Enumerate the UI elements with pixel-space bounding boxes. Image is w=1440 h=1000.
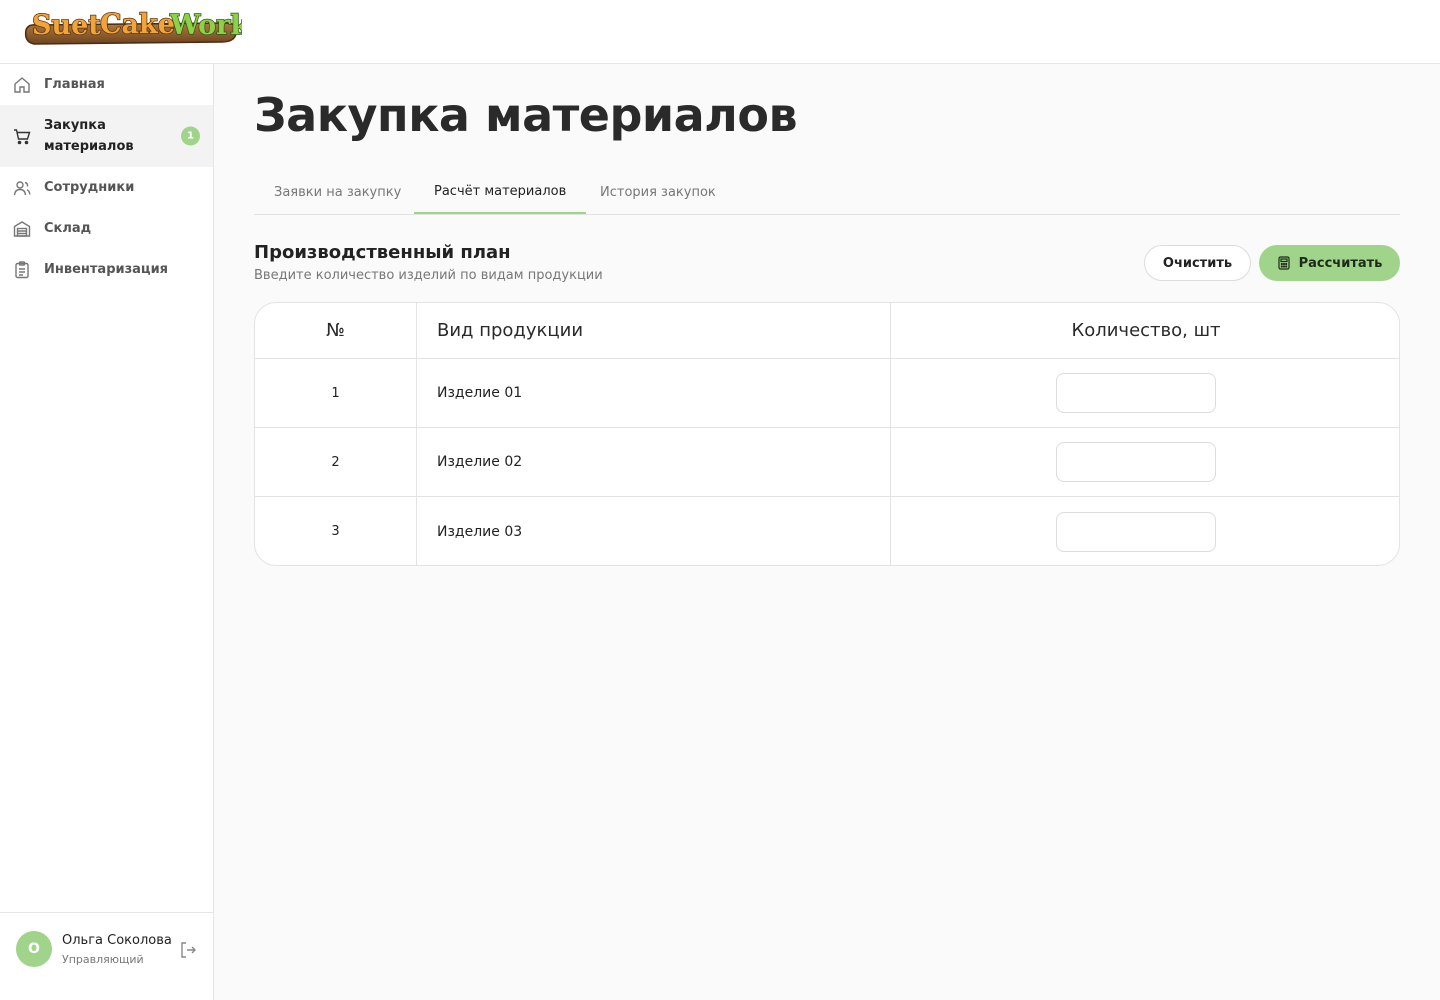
production-plan-table: № Вид продукции Количество, шт 1 Изделие… — [254, 302, 1400, 566]
calculate-button[interactable]: Рассчитать — [1259, 245, 1400, 281]
user-profile: О Ольга Соколова Управляющий — [0, 912, 213, 1000]
sidebar-item-label: Склад — [44, 221, 92, 236]
sidebar-item-label: Закупка материалов — [44, 118, 134, 154]
svg-text:Suet: Suet — [32, 10, 101, 41]
tab-purchase-requests[interactable]: Заявки на закупку — [254, 170, 421, 214]
notification-badge: 1 — [181, 126, 200, 146]
avatar[interactable]: О — [16, 931, 52, 967]
sidebar-item-inventory[interactable]: Инвентаризация — [0, 249, 213, 290]
quantity-input[interactable] — [1056, 442, 1216, 482]
clipboard-icon — [12, 260, 32, 280]
row-number: 1 — [255, 359, 417, 427]
sidebar-item-employees[interactable]: Сотрудники — [0, 167, 213, 208]
sidebar-item-label: Инвентаризация — [44, 262, 169, 277]
tab-purchase-history[interactable]: История закупок — [580, 170, 736, 214]
home-icon — [12, 75, 32, 95]
table-header-row: № Вид продукции Количество, шт — [255, 303, 1399, 359]
quantity-input[interactable] — [1056, 373, 1216, 413]
clear-button-label: Очистить — [1162, 255, 1233, 271]
table-row: 2 Изделие 02 — [255, 428, 1399, 497]
column-header-quantity: Количество, шт — [1071, 320, 1221, 341]
quantity-cell — [891, 359, 1399, 427]
row-number: 3 — [255, 497, 417, 565]
brand-logo[interactable]: Suet Cake Work — [22, 2, 242, 48]
sidebar-item-warehouse[interactable]: Склад — [0, 208, 213, 249]
sidebar-item-label: Главная — [44, 77, 105, 92]
warehouse-icon — [12, 219, 32, 239]
sidebar-item-home[interactable]: Главная — [0, 64, 213, 105]
product-name: Изделие 02 — [417, 428, 891, 496]
users-icon — [12, 178, 32, 198]
product-name: Изделие 01 — [417, 359, 891, 427]
sidebar-item-purchasing[interactable]: Закупка материалов 1 — [0, 105, 213, 167]
page-title: Закупка материалов — [254, 88, 798, 142]
quantity-cell — [891, 428, 1399, 496]
table-row: 3 Изделие 03 — [255, 497, 1399, 565]
column-header-number: № — [255, 303, 417, 358]
tab-materials-calculation[interactable]: Расчёт материалов — [414, 170, 587, 214]
calculator-icon — [1277, 256, 1290, 270]
clear-button[interactable]: Очистить — [1144, 245, 1251, 281]
section-title: Производственный план — [254, 242, 511, 263]
sidebar: Главная Закупка материалов 1 Сотрудники … — [0, 64, 214, 1000]
column-header-product: Вид продукции — [417, 303, 891, 358]
sidebar-item-label: Сотрудники — [44, 180, 135, 195]
user-name: Ольга Соколова — [62, 933, 172, 948]
table-row: 1 Изделие 01 — [255, 359, 1399, 428]
user-role: Управляющий — [62, 953, 144, 966]
svg-text:Work: Work — [169, 10, 242, 41]
top-bar: Suet Cake Work — [0, 0, 1440, 64]
row-number: 2 — [255, 428, 417, 496]
quantity-input[interactable] — [1056, 511, 1216, 552]
product-name: Изделие 03 — [417, 497, 891, 565]
section-subtitle: Введите количество изделий по видам прод… — [254, 268, 603, 283]
logout-icon[interactable] — [178, 940, 198, 960]
calculate-button-label: Рассчитать — [1298, 255, 1383, 271]
svg-text:Cake: Cake — [100, 9, 175, 40]
quantity-cell — [891, 497, 1399, 565]
cart-icon — [12, 126, 32, 146]
tab-bar: Заявки на закупку Расчёт материалов Исто… — [254, 170, 1400, 215]
